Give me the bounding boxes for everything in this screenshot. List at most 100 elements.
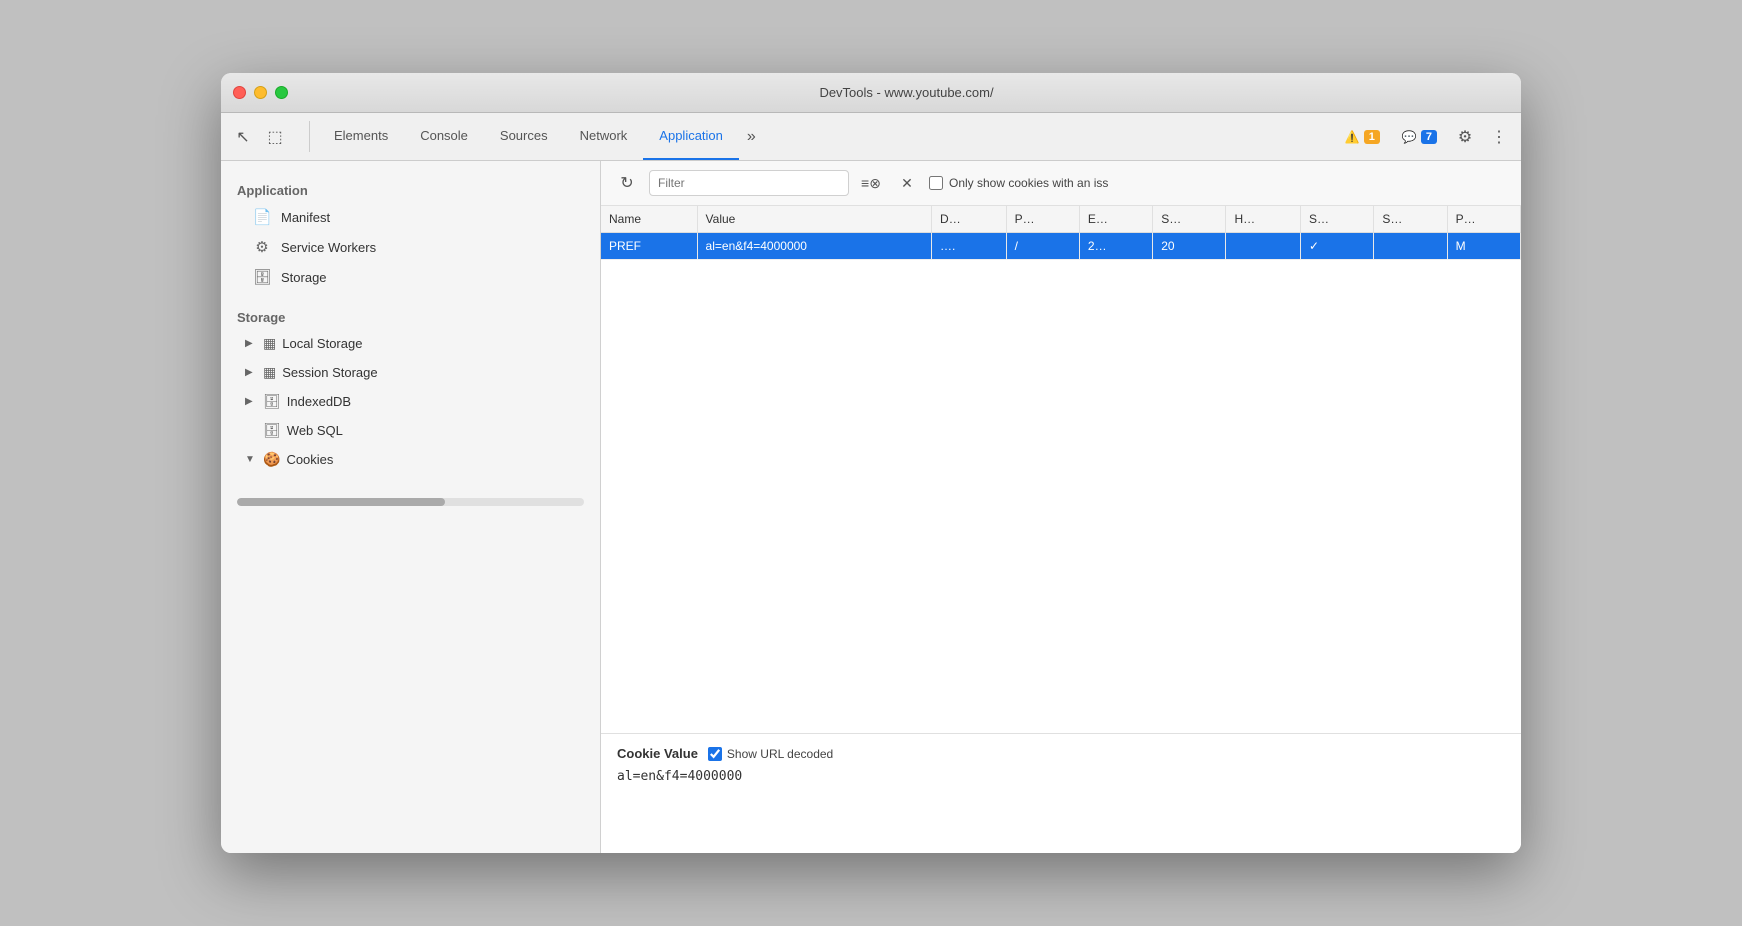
filter-icon-button[interactable]: ≡⊗: [857, 169, 885, 197]
traffic-lights: [233, 86, 288, 99]
cookie-table: Name Value D… P… E… S… H… S… S… P…: [601, 206, 1521, 260]
tab-bar: ↖ ⬚ Elements Console Sources Network App…: [221, 113, 1521, 161]
cookie-detail-label: Cookie Value: [617, 746, 698, 761]
sidebar-item-session-storage[interactable]: ▶ ▦ Session Storage: [221, 358, 600, 387]
close-button[interactable]: [233, 86, 246, 99]
maximize-button[interactable]: [275, 86, 288, 99]
cookies-arrow: ▼: [245, 454, 257, 465]
refresh-icon: ↻: [620, 173, 633, 193]
sidebar: Application 📄 Manifest ⚙ Service Workers…: [221, 161, 601, 853]
sidebar-scrollbar[interactable]: [237, 498, 584, 506]
col-expires: E…: [1079, 206, 1152, 233]
warning-badge-button[interactable]: ⚠️ 1: [1337, 126, 1388, 148]
info-count: 7: [1421, 130, 1437, 144]
right-panel: ↻ ≡⊗ ✕ Only show cookies with an iss: [601, 161, 1521, 853]
manifest-icon: 📄: [253, 208, 271, 226]
sidebar-item-session-storage-label: Session Storage: [282, 365, 377, 380]
tab-elements[interactable]: Elements: [318, 113, 404, 160]
table-cell: M: [1447, 233, 1520, 260]
col-name: Name: [601, 206, 697, 233]
table-cell: 2…: [1079, 233, 1152, 260]
table-cell: [1374, 233, 1447, 260]
table-row[interactable]: PREFal=en&f4=4000000…./2…20 ✓ M: [601, 233, 1521, 260]
device-toggle-button[interactable]: ⬚: [261, 123, 289, 151]
clear-button[interactable]: ✕: [893, 169, 921, 197]
table-header-row: Name Value D… P… E… S… H… S… S… P…: [601, 206, 1521, 233]
tab-console[interactable]: Console: [404, 113, 484, 160]
local-storage-icon: ▦: [263, 335, 276, 352]
service-workers-icon: ⚙: [253, 238, 271, 256]
sidebar-application-title: Application: [221, 177, 600, 202]
sidebar-item-local-storage-label: Local Storage: [282, 336, 362, 351]
only-issue-checkbox[interactable]: [929, 176, 943, 190]
table-cell: ….: [932, 233, 1007, 260]
sidebar-item-web-sql[interactable]: ▶ 🗄 Web SQL: [221, 416, 600, 445]
sidebar-item-indexeddb[interactable]: ▶ 🗄 IndexedDB: [221, 387, 600, 416]
cookie-toolbar: ↻ ≡⊗ ✕ Only show cookies with an iss: [601, 161, 1521, 206]
clear-icon: ✕: [901, 175, 913, 192]
cookie-table-wrapper[interactable]: Name Value D… P… E… S… H… S… S… P…: [601, 206, 1521, 733]
col-value: Value: [697, 206, 932, 233]
col-priority: P…: [1447, 206, 1520, 233]
col-samesite: S…: [1374, 206, 1447, 233]
session-storage-icon: ▦: [263, 364, 276, 381]
filter-input[interactable]: [649, 170, 849, 196]
col-secure: S…: [1301, 206, 1374, 233]
sidebar-item-storage[interactable]: 🗄 Storage: [221, 262, 600, 292]
only-issue-label[interactable]: Only show cookies with an iss: [929, 176, 1108, 190]
devtools-icons: ↖ ⬚: [229, 113, 289, 160]
table-cell: ✓: [1301, 233, 1374, 260]
sidebar-item-service-workers-label: Service Workers: [281, 240, 376, 255]
local-storage-arrow: ▶: [245, 338, 257, 349]
sidebar-item-storage-label: Storage: [281, 270, 327, 285]
tab-application[interactable]: Application: [643, 113, 739, 160]
cursor-icon-button[interactable]: ↖: [229, 123, 257, 151]
sidebar-item-service-workers[interactable]: ⚙ Service Workers: [221, 232, 600, 262]
indexeddb-icon: 🗄: [263, 393, 281, 410]
table-cell: [1226, 233, 1301, 260]
settings-button[interactable]: ⚙: [1451, 123, 1479, 151]
sidebar-item-manifest[interactable]: 📄 Manifest: [221, 202, 600, 232]
sidebar-item-cookies[interactable]: ▼ 🍪 Cookies: [221, 445, 600, 474]
gear-icon: ⚙: [1458, 127, 1472, 147]
filter-icon: ≡⊗: [861, 175, 881, 192]
tab-more-button[interactable]: »: [739, 113, 764, 160]
show-decoded-checkbox[interactable]: [708, 747, 722, 761]
table-cell: al=en&f4=4000000: [697, 233, 932, 260]
sidebar-item-indexeddb-label: IndexedDB: [287, 394, 351, 409]
sidebar-item-web-sql-label: Web SQL: [287, 423, 343, 438]
table-cell: 20: [1153, 233, 1226, 260]
show-decoded-label[interactable]: Show URL decoded: [708, 747, 833, 761]
more-button[interactable]: ⋮: [1485, 123, 1513, 151]
col-domain: D…: [932, 206, 1007, 233]
table-cell: PREF: [601, 233, 697, 260]
sidebar-item-local-storage[interactable]: ▶ ▦ Local Storage: [221, 329, 600, 358]
web-sql-icon: 🗄: [263, 422, 281, 439]
sidebar-item-manifest-label: Manifest: [281, 210, 330, 225]
title-bar: DevTools - www.youtube.com/: [221, 73, 1521, 113]
col-http: H…: [1226, 206, 1301, 233]
tab-sources[interactable]: Sources: [484, 113, 564, 160]
minimize-button[interactable]: [254, 86, 267, 99]
indexeddb-arrow: ▶: [245, 396, 257, 407]
show-decoded-text: Show URL decoded: [727, 747, 833, 761]
col-size: S…: [1153, 206, 1226, 233]
more-icon: ⋮: [1491, 127, 1507, 147]
tab-network[interactable]: Network: [564, 113, 644, 160]
info-badge-button[interactable]: 💬 7: [1394, 126, 1445, 148]
refresh-button[interactable]: ↻: [613, 169, 641, 197]
session-storage-arrow: ▶: [245, 367, 257, 378]
only-issue-text: Only show cookies with an iss: [949, 176, 1108, 190]
sidebar-storage-title: Storage: [221, 304, 600, 329]
main-content: Application 📄 Manifest ⚙ Service Workers…: [221, 161, 1521, 853]
table-cell: /: [1006, 233, 1079, 260]
window-title: DevTools - www.youtube.com/: [304, 85, 1509, 100]
cookie-detail: Cookie Value Show URL decoded al=en&f4=4…: [601, 733, 1521, 853]
cookies-icon: 🍪: [263, 451, 280, 468]
sidebar-separator: [221, 292, 600, 304]
devtools-window: DevTools - www.youtube.com/ ↖ ⬚ Elements…: [221, 73, 1521, 853]
sidebar-item-cookies-label: Cookies: [286, 452, 333, 467]
col-path: P…: [1006, 206, 1079, 233]
warning-icon: ⚠️: [1345, 130, 1360, 144]
warning-count: 1: [1364, 130, 1380, 144]
